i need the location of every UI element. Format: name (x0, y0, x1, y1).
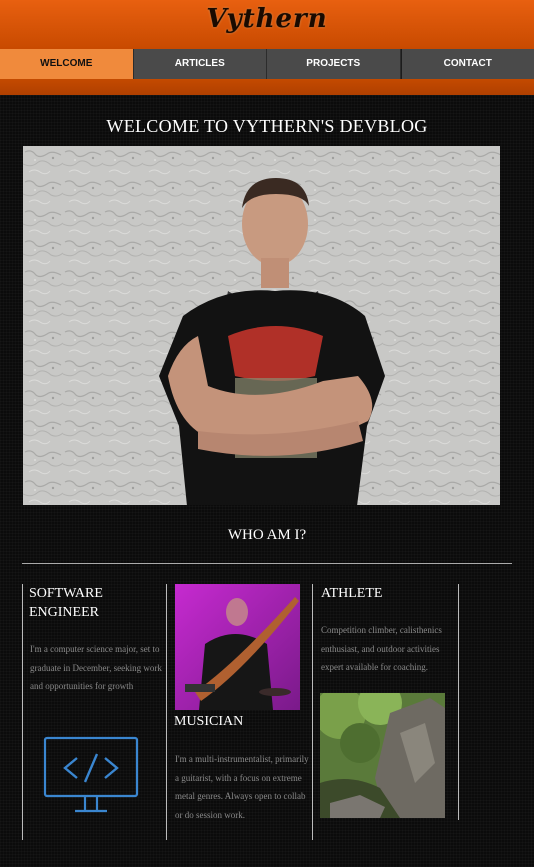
column-divider (22, 584, 23, 840)
column-divider (312, 584, 313, 840)
card-title-musician: MUSICIAN (174, 714, 244, 729)
card-title-athlete: ATHLETE (321, 586, 383, 601)
hero-photo (23, 146, 500, 505)
code-monitor-icon (43, 736, 139, 814)
section-title: WHO AM I? (227, 527, 307, 543)
site-header: Vythern (0, 0, 534, 49)
main-nav: WELCOME ARTICLES PROJECTS CONTACT (0, 49, 534, 79)
card-text-athlete: Competition climber, calisthenics enthus… (321, 625, 442, 672)
nav-item-welcome[interactable]: WELCOME (0, 49, 134, 79)
card-text-software: I'm a computer science major, set to gra… (30, 644, 162, 691)
nav-item-projects[interactable]: PROJECTS (267, 49, 401, 79)
page-title: WELCOME TO VYTHERN'S DEVBLOG (106, 116, 428, 136)
athlete-photo (320, 693, 445, 818)
column-divider (458, 584, 459, 820)
column-divider (166, 584, 167, 840)
site-logo[interactable]: Vythern (0, 4, 534, 34)
section-divider (22, 563, 512, 564)
card-title-software: SOFTWARE ENGINEER (29, 586, 103, 620)
nav-item-articles[interactable]: ARTICLES (134, 49, 267, 79)
card-text-musician: I'm a multi-instrumentalist, primarily a… (175, 754, 309, 820)
header-strip (0, 79, 534, 95)
nav-item-contact[interactable]: CONTACT (400, 49, 534, 79)
musician-photo (175, 584, 300, 710)
